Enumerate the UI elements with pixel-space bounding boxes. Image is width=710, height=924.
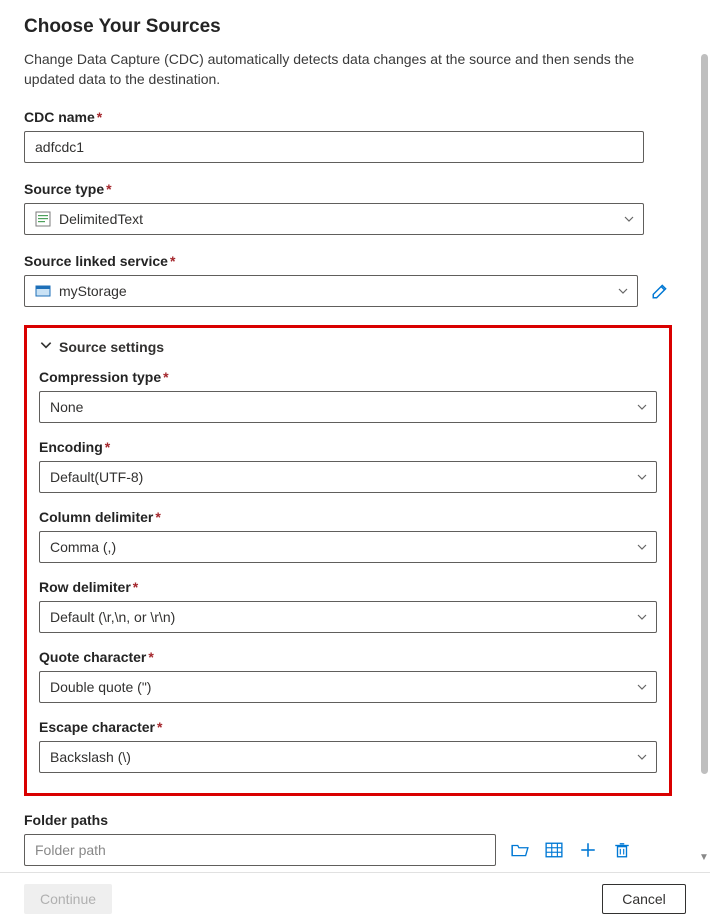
column-delimiter-value: Comma (,) xyxy=(50,539,116,555)
preview-data-button[interactable] xyxy=(544,840,564,860)
encoding-label-text: Encoding xyxy=(39,439,103,455)
required-asterisk: * xyxy=(106,181,111,197)
required-asterisk: * xyxy=(163,369,168,385)
field-folder-paths: Folder paths xyxy=(24,812,672,866)
field-row-delimiter: Row delimiter* Default (\r,\n, or \r\n) xyxy=(39,579,657,633)
cdc-name-label: CDC name* xyxy=(24,109,672,125)
source-linked-service-label: Source linked service* xyxy=(24,253,672,269)
escape-character-value: Backslash (\) xyxy=(50,749,131,765)
chevron-down-icon xyxy=(636,541,648,553)
browse-folder-button[interactable] xyxy=(510,840,530,860)
source-settings-toggle[interactable]: Source settings xyxy=(39,338,657,355)
escape-character-select[interactable]: Backslash (\) xyxy=(39,741,657,773)
column-delimiter-label-text: Column delimiter xyxy=(39,509,153,525)
required-asterisk: * xyxy=(105,439,110,455)
field-source-type: Source type* DelimitedText xyxy=(24,181,672,235)
source-linked-service-select[interactable]: myStorage xyxy=(24,275,638,307)
required-asterisk: * xyxy=(97,109,102,125)
row-delimiter-select[interactable]: Default (\r,\n, or \r\n) xyxy=(39,601,657,633)
field-quote-character: Quote character* Double quote (") xyxy=(39,649,657,703)
source-type-label-text: Source type xyxy=(24,181,104,197)
row-delimiter-label: Row delimiter* xyxy=(39,579,657,595)
required-asterisk: * xyxy=(133,579,138,595)
chevron-down-icon xyxy=(39,338,53,355)
escape-character-label: Escape character* xyxy=(39,719,657,735)
chevron-down-icon xyxy=(636,751,648,763)
delimited-text-icon xyxy=(35,211,51,227)
source-linked-service-value: myStorage xyxy=(59,283,127,299)
encoding-select[interactable]: Default(UTF-8) xyxy=(39,461,657,493)
required-asterisk: * xyxy=(157,719,162,735)
compression-type-select[interactable]: None xyxy=(39,391,657,423)
chevron-down-icon xyxy=(636,401,648,413)
page-title: Choose Your Sources xyxy=(24,16,672,38)
field-encoding: Encoding* Default(UTF-8) xyxy=(39,439,657,493)
required-asterisk: * xyxy=(170,253,175,269)
source-settings-section: Source settings Compression type* None E… xyxy=(24,325,672,796)
cdc-name-label-text: CDC name xyxy=(24,109,95,125)
field-column-delimiter: Column delimiter* Comma (,) xyxy=(39,509,657,563)
quote-character-select[interactable]: Double quote (") xyxy=(39,671,657,703)
scroll-down-arrow[interactable]: ▼ xyxy=(698,850,710,864)
chevron-down-icon xyxy=(617,285,629,297)
chevron-down-icon xyxy=(623,213,635,225)
chevron-down-icon xyxy=(636,681,648,693)
edit-linked-service-button[interactable] xyxy=(648,279,672,303)
quote-character-value: Double quote (") xyxy=(50,679,151,695)
column-delimiter-label: Column delimiter* xyxy=(39,509,657,525)
compression-type-label-text: Compression type xyxy=(39,369,161,385)
quote-character-label: Quote character* xyxy=(39,649,657,665)
storage-icon xyxy=(35,283,51,299)
source-type-value: DelimitedText xyxy=(59,211,143,227)
chevron-down-icon xyxy=(636,471,648,483)
source-type-label: Source type* xyxy=(24,181,672,197)
folder-path-input[interactable] xyxy=(24,834,496,866)
required-asterisk: * xyxy=(148,649,153,665)
cancel-button[interactable]: Cancel xyxy=(602,884,686,914)
escape-character-label-text: Escape character xyxy=(39,719,155,735)
folder-paths-label: Folder paths xyxy=(24,812,672,828)
source-linked-service-label-text: Source linked service xyxy=(24,253,168,269)
scrollbar-thumb[interactable] xyxy=(701,54,708,774)
source-settings-label: Source settings xyxy=(59,339,164,355)
field-cdc-name: CDC name* xyxy=(24,109,672,163)
add-folder-path-button[interactable] xyxy=(578,840,598,860)
field-escape-character: Escape character* Backslash (\) xyxy=(39,719,657,773)
row-delimiter-value: Default (\r,\n, or \r\n) xyxy=(50,609,175,625)
source-type-select[interactable]: DelimitedText xyxy=(24,203,644,235)
field-source-linked-service: Source linked service* myStorage xyxy=(24,253,672,307)
delete-folder-path-button[interactable] xyxy=(612,840,632,860)
footer-bar: Continue Cancel xyxy=(0,872,710,924)
compression-type-label: Compression type* xyxy=(39,369,657,385)
row-delimiter-label-text: Row delimiter xyxy=(39,579,131,595)
required-asterisk: * xyxy=(155,509,160,525)
page-description: Change Data Capture (CDC) automatically … xyxy=(24,50,644,89)
cdc-name-input[interactable] xyxy=(24,131,644,163)
encoding-value: Default(UTF-8) xyxy=(50,469,143,485)
chevron-down-icon xyxy=(636,611,648,623)
compression-type-value: None xyxy=(50,399,83,415)
encoding-label: Encoding* xyxy=(39,439,657,455)
continue-button[interactable]: Continue xyxy=(24,884,112,914)
field-compression-type: Compression type* None xyxy=(39,369,657,423)
column-delimiter-select[interactable]: Comma (,) xyxy=(39,531,657,563)
quote-character-label-text: Quote character xyxy=(39,649,146,665)
